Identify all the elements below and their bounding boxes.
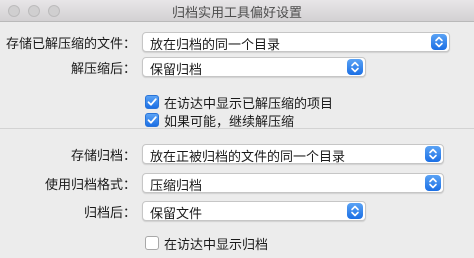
checkmark-icon: [147, 116, 157, 124]
updown-arrows-icon: [347, 203, 363, 219]
unarchive-reveal-checkbox[interactable]: [145, 95, 159, 109]
unarchive-after-label: 解压缩后：: [70, 62, 136, 77]
archive-reveal-checkbox[interactable]: [145, 236, 159, 250]
archive-after-value: 保留文件: [150, 207, 203, 222]
archive-save-label: 存储归档：: [70, 149, 136, 164]
archive-format-popup[interactable]: 压缩归档: [142, 173, 444, 194]
unarchive-save-label: 存储已解压缩的文件：: [5, 37, 136, 52]
updown-arrows-icon: [347, 59, 363, 75]
unarchive-save-value: 放在归档的同一个目录: [150, 38, 281, 53]
archive-save-value: 放在正被归档的文件的同一个目录: [150, 150, 346, 165]
unarchive-after-popup[interactable]: 保留归档: [142, 57, 366, 78]
unarchive-save-popup[interactable]: 放在归档的同一个目录: [142, 32, 450, 53]
unarchive-after-value: 保留归档: [150, 63, 203, 78]
archive-format-label: 使用归档格式：: [44, 178, 136, 193]
preferences-window: 归档实用工具偏好设置 存储已解压缩的文件： 放在归档的同一个目录 解压缩后： 保…: [0, 0, 474, 258]
archive-reveal-label: 在访达中显示归档: [164, 238, 269, 253]
unarchive-continue-checkbox[interactable]: [145, 113, 159, 127]
archive-after-label: 归档后：: [83, 206, 136, 221]
archive-save-popup[interactable]: 放在正被归档的文件的同一个目录: [142, 144, 444, 165]
updown-arrows-icon: [425, 146, 441, 162]
window-title: 归档实用工具偏好设置: [171, 6, 302, 21]
archive-after-popup[interactable]: 保留文件: [142, 201, 366, 222]
updown-arrows-icon: [431, 34, 447, 50]
updown-arrows-icon: [425, 175, 441, 191]
checkmark-icon: [147, 98, 157, 106]
title-bar: 归档实用工具偏好设置: [0, 0, 474, 22]
section-divider: [0, 128, 474, 129]
archive-format-value: 压缩归档: [150, 179, 203, 194]
unarchive-reveal-label: 在访达中显示已解压缩的项目: [164, 97, 334, 112]
